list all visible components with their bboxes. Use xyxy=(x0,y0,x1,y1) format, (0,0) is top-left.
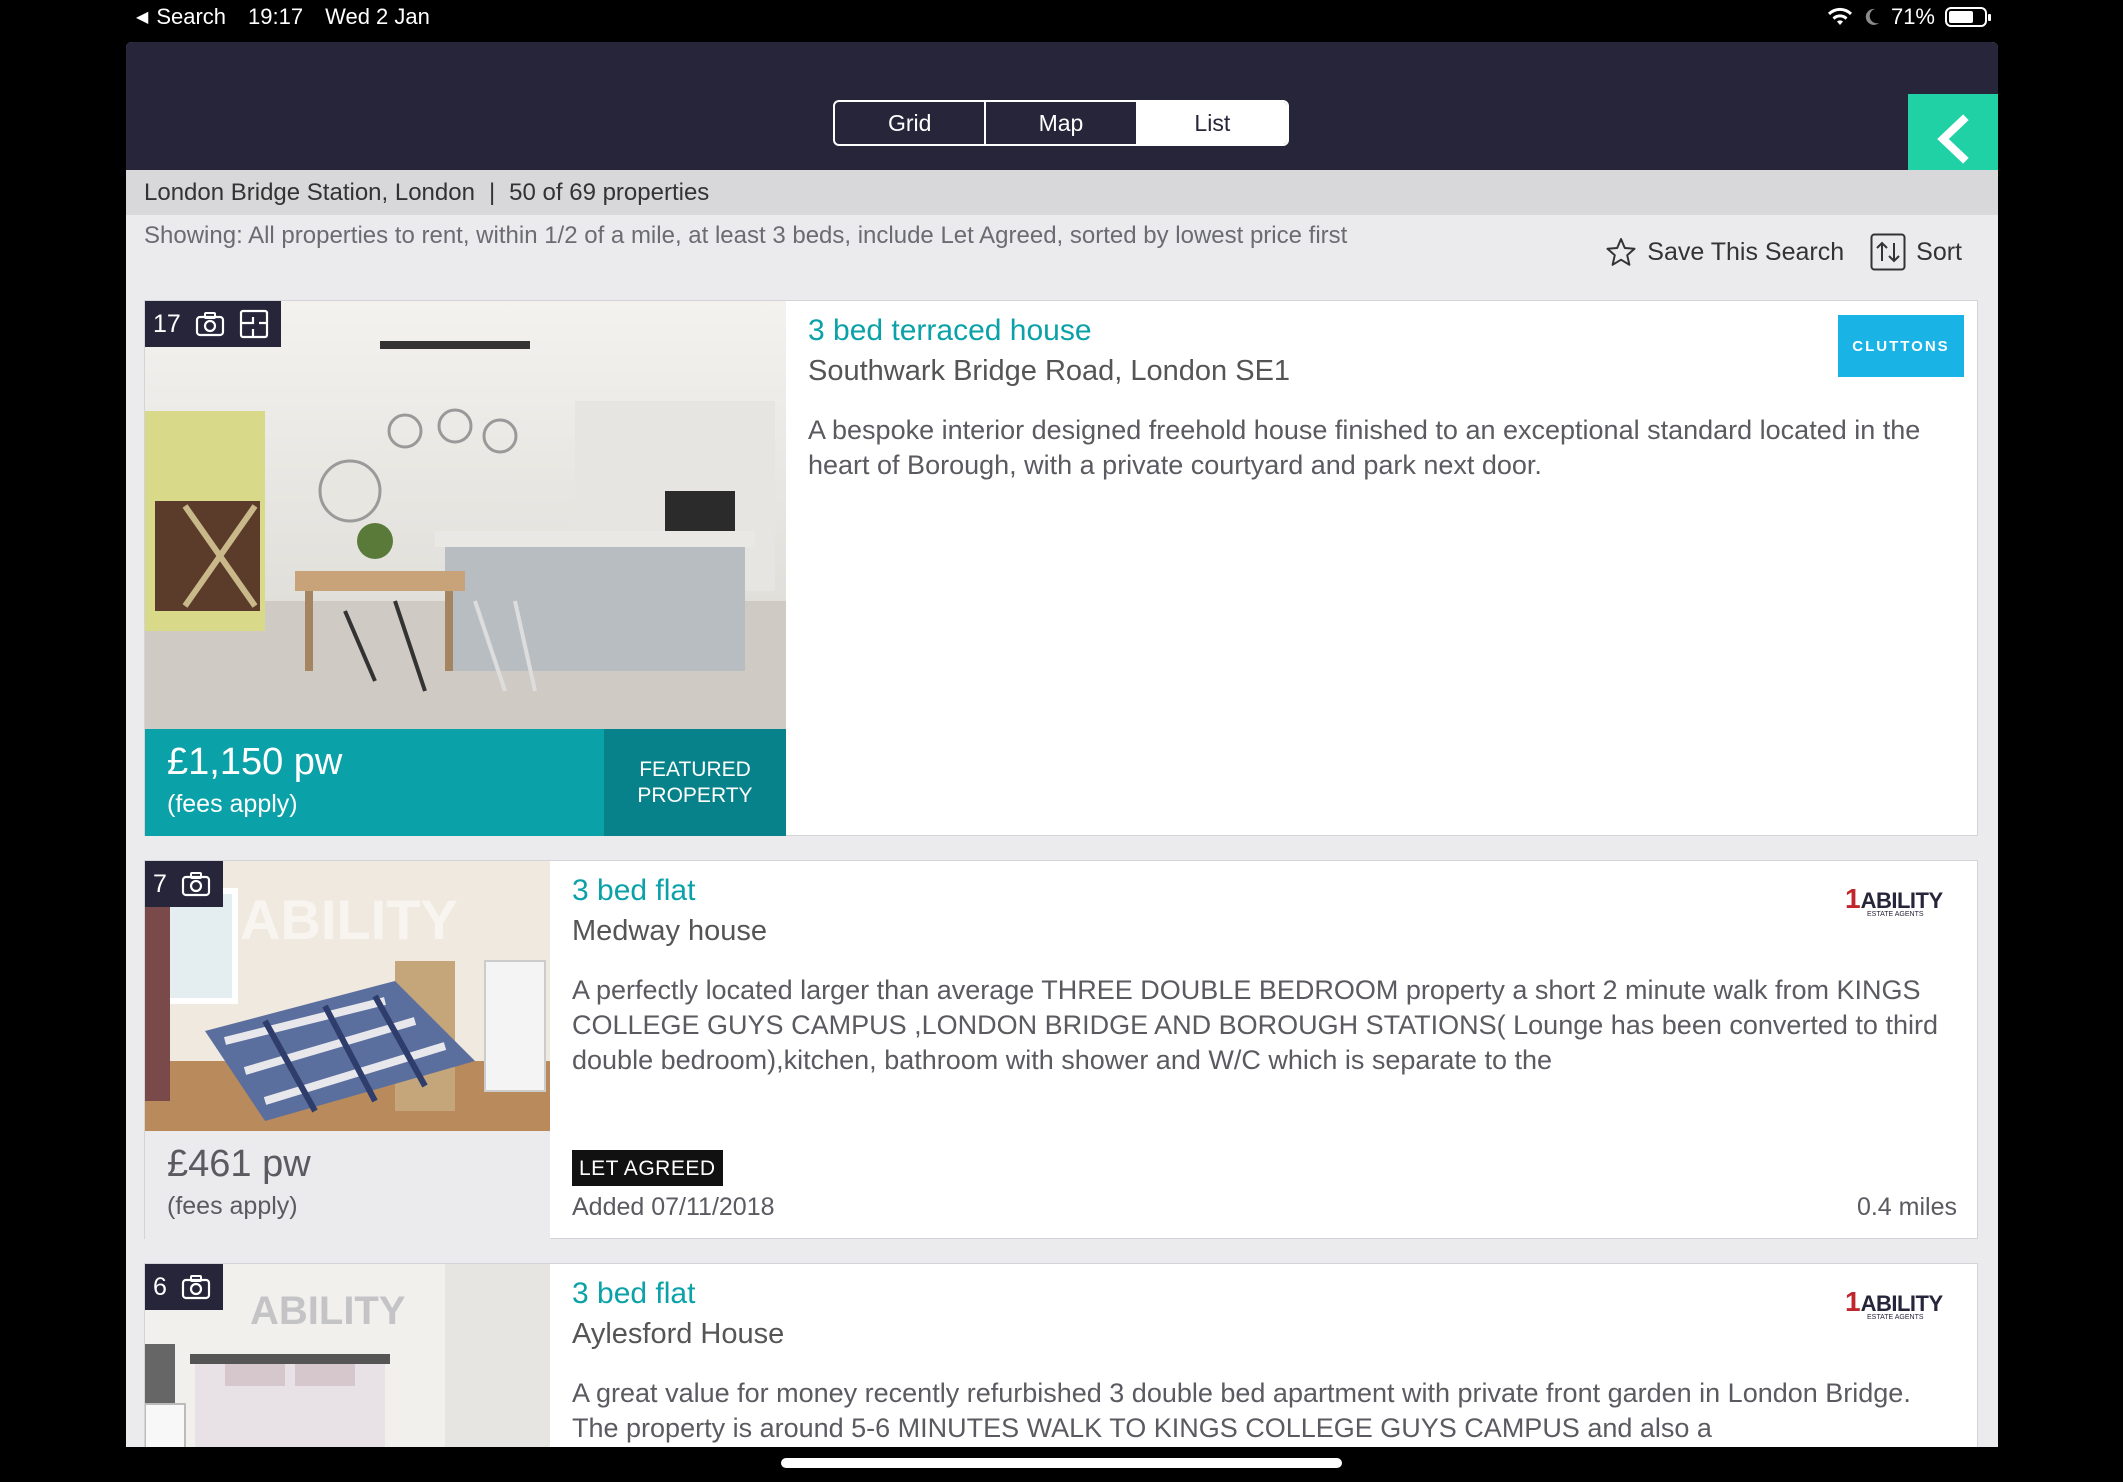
tab-list[interactable]: List xyxy=(1137,102,1287,144)
listing-card[interactable]: 17 £1,150 pw (fees apply) FEATURED PROPE… xyxy=(144,300,1978,836)
distance: 0.4 miles xyxy=(1856,1193,1957,1221)
featured-property-label: FEATURED PROPERTY xyxy=(604,729,786,836)
chevron-left-icon xyxy=(1937,114,1969,164)
kitchen-photo-image xyxy=(145,301,786,729)
filter-bar: Showing: All properties to rent, within … xyxy=(126,215,1998,285)
agent-logo-ability[interactable]: 1 ABILITY ESTATE AGENTS xyxy=(1845,883,1955,921)
battery-percent: 71% xyxy=(1890,4,1935,29)
ability-watermark: ABILITY xyxy=(240,888,458,951)
app-window: Grid Map List London Bridge Station, Londo… xyxy=(126,42,1998,1447)
moon-icon xyxy=(1865,8,1879,25)
listing-title[interactable]: 3 bed flat xyxy=(572,874,695,908)
results-count: 50 of 69 properties xyxy=(509,178,710,206)
agent-logo-ability[interactable]: 1 ABILITY ESTATE AGENTS xyxy=(1845,1286,1955,1324)
ability-watermark: ABILITY xyxy=(250,1289,406,1333)
save-search-button[interactable]: Save This Search xyxy=(1647,238,1844,267)
status-date: Wed 2 Jan xyxy=(325,4,430,29)
listing-photo[interactable] xyxy=(145,301,786,729)
listing-address: Medway house xyxy=(572,915,768,947)
featured-text: FEATURED PROPERTY xyxy=(637,757,753,807)
filter-actions: Save This Search Sort xyxy=(1605,233,1962,271)
listing-address: Southwark Bridge Road, London SE1 xyxy=(808,355,1291,387)
fees-note: (fees apply) xyxy=(167,790,298,818)
agent-name: CLUTTONS xyxy=(1852,337,1950,355)
listing-title[interactable]: 3 bed flat xyxy=(572,1277,695,1311)
listing-card[interactable]: ABILITY 7 £461 pw (fees apply) 3 bed fla… xyxy=(144,860,1978,1239)
view-switcher: Grid Map List xyxy=(833,100,1289,146)
location-name: London Bridge Station, London xyxy=(144,178,475,206)
camera-icon xyxy=(195,312,224,337)
tab-map[interactable]: Map xyxy=(986,102,1138,144)
status-right: 71% xyxy=(1827,4,1991,30)
photo-count-badge[interactable]: 7 xyxy=(145,861,223,907)
photo-count: 7 xyxy=(153,869,167,898)
status-left: ◀ Search 19:17 Wed 2 Jan xyxy=(136,4,430,30)
location-bar: London Bridge Station, London | 50 of 69… xyxy=(126,170,1998,215)
location-separator: | xyxy=(488,178,496,206)
floorplan-icon xyxy=(239,309,268,339)
home-indicator[interactable] xyxy=(781,1458,1342,1468)
price-panel: £1,150 pw (fees apply) FEATURED PROPERTY xyxy=(145,729,786,836)
listing-description: A bespoke interior designed freehold hou… xyxy=(808,415,1921,480)
status-bar: ◀ Search 19:17 Wed 2 Jan 71% xyxy=(0,0,2123,42)
added-date: Added 07/11/2018 xyxy=(572,1193,775,1221)
photo-count: 17 xyxy=(153,309,181,338)
listing-description: A great value for money recently refurbi… xyxy=(572,1378,1911,1443)
photo-count: 6 xyxy=(153,1272,167,1301)
header: Grid Map List xyxy=(126,42,1998,184)
back-triangle-icon[interactable]: ◀ xyxy=(136,7,148,27)
let-agreed-badge: LET AGREED xyxy=(572,1150,723,1186)
back-to-app-label[interactable]: Search xyxy=(156,4,226,30)
photo-count-badge[interactable]: 17 xyxy=(145,301,281,347)
agent-logo-number: 1 xyxy=(1845,883,1861,914)
agent-logo-cluttons[interactable]: CLUTTONS xyxy=(1838,315,1964,377)
camera-icon xyxy=(181,872,211,897)
listing-price: £461 pw xyxy=(167,1143,311,1185)
listing-price: £1,150 pw xyxy=(167,741,343,783)
listing-card[interactable]: ABILITY 6 3 bed flat Aylesford House A g… xyxy=(144,1263,1978,1447)
sort-button[interactable]: Sort xyxy=(1916,238,1962,267)
listing-address: Aylesford House xyxy=(572,1318,785,1350)
wifi-icon xyxy=(1827,7,1852,25)
tab-grid[interactable]: Grid xyxy=(835,102,987,144)
filter-summary: Showing: All properties to rent, within … xyxy=(144,222,1348,249)
star-icon[interactable] xyxy=(1605,236,1637,268)
agent-logo-number: 1 xyxy=(1845,1286,1861,1317)
listing-description: A perfectly located larger than average … xyxy=(572,975,1938,1075)
fees-note: (fees apply) xyxy=(167,1192,298,1220)
price-panel: £461 pw (fees apply) xyxy=(145,1131,550,1239)
status-time: 19:17 xyxy=(248,4,304,29)
battery-icon xyxy=(1945,7,1991,27)
photo-count-badge[interactable]: 6 xyxy=(145,1264,223,1310)
camera-icon xyxy=(181,1275,211,1300)
listing-title[interactable]: 3 bed terraced house xyxy=(808,314,1092,348)
sort-icon[interactable] xyxy=(1870,233,1906,271)
